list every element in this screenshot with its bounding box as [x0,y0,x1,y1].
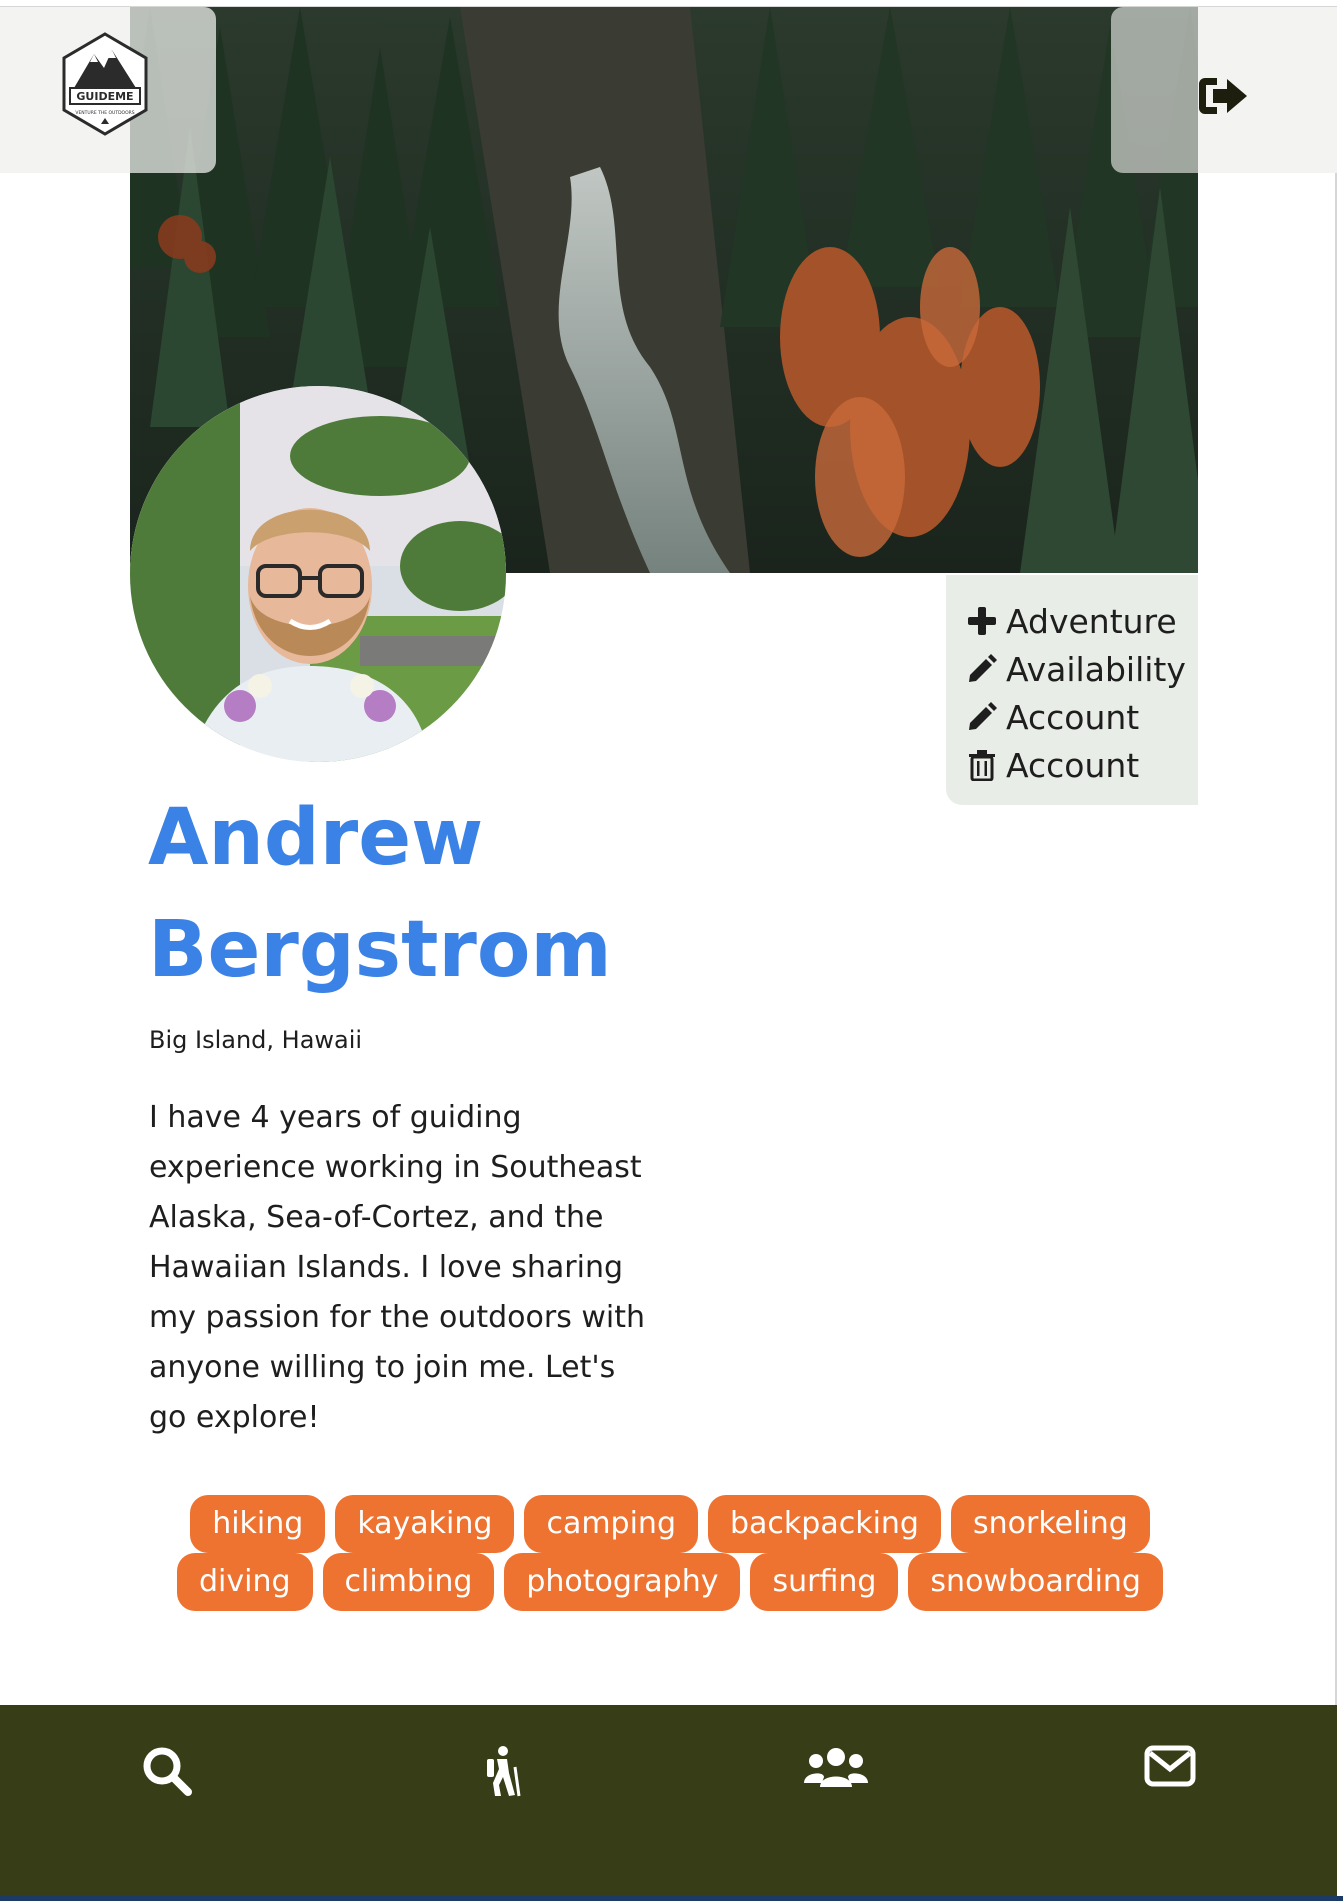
nav-search-button[interactable] [127,1745,207,1805]
profile-bio: I have 4 years of guiding experience wor… [149,1100,646,1435]
users-icon [803,1748,868,1787]
add-adventure-button[interactable]: Adventure [966,597,1198,645]
tag-surfing[interactable]: surfing [750,1553,899,1611]
tag-snowboarding[interactable]: snowboarding [908,1553,1163,1611]
sign-out-icon [1199,78,1247,114]
tag-photography[interactable]: photography [504,1553,741,1611]
activity-tags: hiking kayaking camping backpacking snor… [150,1495,1190,1611]
bottom-strip [0,1896,1343,1901]
first-name: Andrew [148,793,484,883]
profile-name: Andrew Bergstrom [148,782,708,1006]
search-icon [143,1747,193,1796]
pencil-icon [969,702,997,730]
tag-backpacking[interactable]: backpacking [708,1495,941,1553]
pencil-icon [969,654,997,682]
action-label: Adventure [1006,601,1177,641]
last-name: Bergstrom [148,905,612,995]
hiker-icon [487,1746,521,1797]
action-label: Availability [1006,649,1186,689]
action-label: Account [1006,697,1140,737]
avatar [130,386,506,762]
svg-text:VENTURE THE OUTDOORS: VENTURE THE OUTDOORS [75,110,134,116]
plus-icon [968,607,996,635]
tag-row: hiking kayaking camping backpacking snor… [150,1495,1190,1553]
tag-hiking[interactable]: hiking [190,1495,326,1553]
envelope-icon [1144,1745,1196,1787]
tag-kayaking[interactable]: kayaking [335,1495,515,1553]
trash-icon [969,750,995,781]
bottom-nav [0,1705,1337,1896]
guideme-logo[interactable]: GUIDEME VENTURE THE OUTDOORS [60,32,150,136]
tag-snorkeling[interactable]: snorkeling [950,1495,1150,1553]
tag-row: diving climbing photography surfing snow… [150,1553,1190,1611]
profile-location: Big Island, Hawaii [149,1026,363,1054]
sign-out-button[interactable] [1197,74,1249,118]
action-panel: Adventure Availability Account Account [946,575,1198,805]
tag-camping[interactable]: camping [524,1495,698,1553]
svg-text:GUIDEME: GUIDEME [76,90,133,103]
tag-diving[interactable]: diving [177,1553,313,1611]
action-label: Account [1006,745,1140,785]
logout-card [1111,7,1198,173]
edit-availability-button[interactable]: Availability [966,645,1198,693]
nav-messages-button[interactable] [1130,1745,1210,1805]
edit-account-button[interactable]: Account [966,693,1198,741]
nav-adventures-button[interactable] [461,1745,541,1805]
nav-community-button[interactable] [796,1745,876,1805]
tag-climbing[interactable]: climbing [322,1553,495,1611]
delete-account-button[interactable]: Account [966,741,1198,789]
